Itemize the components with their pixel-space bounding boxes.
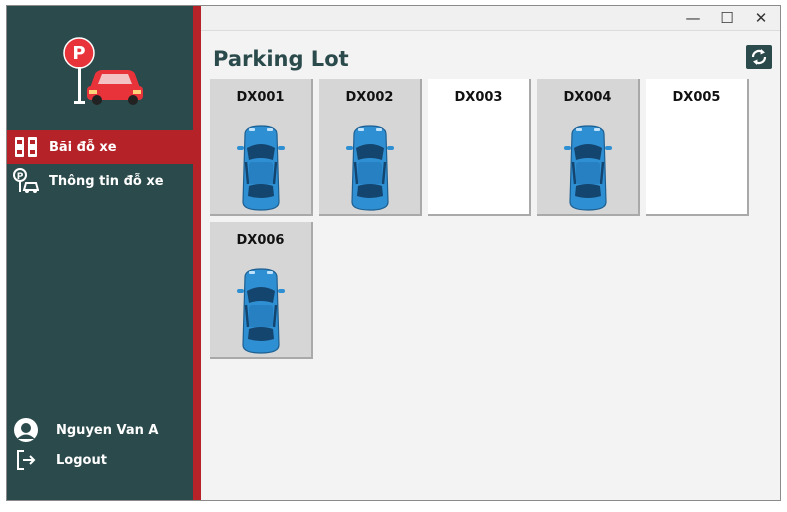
sidebar-item-label: Bãi đỗ xe	[49, 139, 117, 155]
svg-text:P: P	[17, 172, 24, 182]
page-title: Parking Lot	[213, 47, 349, 71]
slot-label: DX003	[454, 90, 503, 105]
parking-spaces-icon	[13, 134, 39, 160]
refresh-icon	[751, 49, 767, 65]
logout-icon	[12, 446, 40, 474]
user-avatar-icon	[12, 416, 40, 444]
logout-button[interactable]: Logout	[7, 446, 193, 474]
parking-slot[interactable]: DX002	[319, 79, 422, 216]
maximize-button[interactable]: ☐	[710, 6, 744, 30]
user-name: Nguyen Van A	[56, 422, 159, 438]
sidebar-accent-stripe	[193, 6, 201, 500]
sidebar-item-parking-spaces[interactable]: Bãi đỗ xe	[7, 130, 193, 164]
slot-label: DX001	[236, 90, 285, 105]
parking-slot[interactable]: DX005	[646, 79, 749, 216]
slot-label: DX005	[672, 90, 721, 105]
parking-logo: P	[63, 37, 143, 105]
main-content: Parking Lot DX001 DX002 DX003 DX004 DX00…	[201, 31, 780, 500]
logout-label: Logout	[56, 452, 107, 468]
slot-label: DX006	[236, 233, 285, 248]
user-profile[interactable]: Nguyen Van A	[7, 416, 193, 444]
minimize-button[interactable]: —	[676, 6, 710, 30]
refresh-button[interactable]	[746, 45, 772, 69]
app-window: P Bãi đỗ xe P Thông tin đỗ xe Nguyen Van…	[6, 5, 781, 501]
title-bar: — ☐ ✕	[201, 6, 780, 31]
svg-text:P: P	[72, 43, 85, 64]
sidebar: P Bãi đỗ xe P Thông tin đỗ xe Nguyen Van…	[7, 6, 193, 500]
car-icon	[564, 125, 612, 211]
parking-info-icon: P	[13, 168, 39, 194]
car-icon	[237, 125, 285, 211]
sidebar-item-label: Thông tin đỗ xe	[49, 173, 164, 189]
parking-slot[interactable]: DX006	[210, 222, 313, 359]
close-button[interactable]: ✕	[744, 6, 778, 30]
parking-slot[interactable]: DX003	[428, 79, 531, 216]
slot-label: DX002	[345, 90, 394, 105]
car-icon	[346, 125, 394, 211]
parking-slot[interactable]: DX001	[210, 79, 313, 216]
sidebar-item-parking-info[interactable]: P Thông tin đỗ xe	[7, 164, 193, 198]
parking-slot[interactable]: DX004	[537, 79, 640, 216]
slot-label: DX004	[563, 90, 612, 105]
car-icon	[237, 268, 285, 354]
